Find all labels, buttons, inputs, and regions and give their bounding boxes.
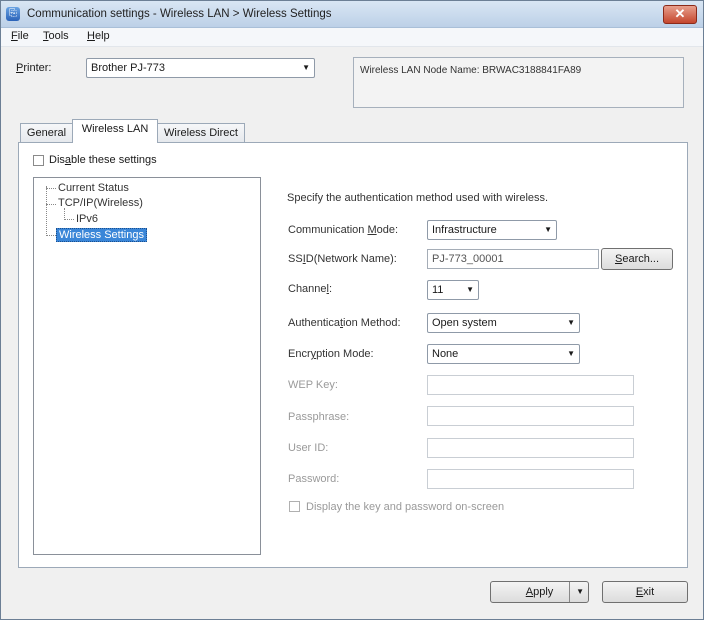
chevron-down-icon: ▼ <box>567 349 575 358</box>
disable-settings-label: Disable these settings <box>49 154 157 166</box>
exit-button[interactable]: Exit <box>602 581 688 603</box>
ssid-input[interactable]: PJ-773_00001 <box>427 249 599 269</box>
tree-connector <box>64 219 74 220</box>
tree-item-tcpip-wireless[interactable]: TCP/IP(Wireless) <box>58 197 143 209</box>
user-id-label: User ID: <box>288 442 329 454</box>
apply-button[interactable]: Apply ▼ <box>490 581 589 603</box>
tree-item-ipv6[interactable]: IPv6 <box>76 213 98 225</box>
wep-key-input[interactable] <box>427 375 634 395</box>
chevron-down-icon: ▼ <box>302 63 310 72</box>
menu-tools[interactable]: Tools <box>43 30 69 42</box>
search-button[interactable]: Search... <box>601 248 673 270</box>
app-icon: ⎘ <box>6 7 20 21</box>
passphrase-input[interactable] <box>427 406 634 426</box>
channel-value: 11 <box>432 284 444 296</box>
auth-method-value: Open system <box>432 317 497 329</box>
encryption-mode-value: None <box>432 348 459 360</box>
printer-label: Printer: <box>16 62 52 74</box>
auth-method-dropdown[interactable]: Open system ▼ <box>427 313 580 333</box>
display-key-label: Display the key and password on-screen <box>306 501 505 513</box>
communication-mode-dropdown[interactable]: Infrastructure ▼ <box>427 220 557 240</box>
node-name-text: Wireless LAN Node Name: BRWAC3188841FA89 <box>360 65 582 76</box>
menu-help[interactable]: Help <box>87 30 110 42</box>
tab-general[interactable]: General <box>20 123 73 143</box>
disable-settings-checkbox[interactable] <box>33 155 44 166</box>
chevron-down-icon[interactable]: ▼ <box>576 582 584 602</box>
password-label: Password: <box>288 473 340 485</box>
tree-connector <box>46 204 56 205</box>
wireless-lan-panel: Disable these settings Current Status TC… <box>18 142 688 568</box>
close-button[interactable]: ✕ <box>663 5 697 24</box>
wep-key-label: WEP Key: <box>288 379 338 391</box>
chevron-down-icon: ▼ <box>466 285 474 294</box>
encryption-mode-dropdown[interactable]: None ▼ <box>427 344 580 364</box>
communication-mode-label: Communication Mode: <box>288 224 399 236</box>
printer-value: Brother PJ-773 <box>91 62 165 74</box>
settings-tree: Current Status TCP/IP(Wireless) IPv6 Wir… <box>33 177 261 555</box>
node-name-box: Wireless LAN Node Name: BRWAC3188841FA89 <box>353 57 684 108</box>
chevron-down-icon: ▼ <box>544 225 552 234</box>
display-key-checkbox[interactable] <box>289 501 300 512</box>
menu-file[interactable]: File <box>11 30 29 42</box>
window-title: Communication settings - Wireless LAN > … <box>27 8 332 20</box>
form-hint: Specify the authentication method used w… <box>287 192 549 204</box>
passphrase-label: Passphrase: <box>288 411 350 423</box>
tab-wireless-lan[interactable]: Wireless LAN <box>72 119 158 143</box>
tree-item-wireless-settings[interactable]: Wireless Settings <box>56 228 147 242</box>
title-bar[interactable]: ⎘ Communication settings - Wireless LAN … <box>1 1 703 28</box>
printer-dropdown[interactable]: Brother PJ-773 ▼ <box>86 58 315 78</box>
tree-connector <box>46 188 56 189</box>
menu-bar: File Tools Help <box>1 28 703 47</box>
split-divider <box>569 582 570 602</box>
communication-settings-window: ⎘ Communication settings - Wireless LAN … <box>0 0 704 620</box>
ssid-label: SSID(Network Name): <box>288 253 397 265</box>
password-input[interactable] <box>427 469 634 489</box>
tree-item-current-status[interactable]: Current Status <box>58 182 129 194</box>
chevron-down-icon: ▼ <box>567 318 575 327</box>
tab-wireless-direct[interactable]: Wireless Direct <box>157 123 245 143</box>
tree-connector <box>46 235 56 236</box>
communication-mode-value: Infrastructure <box>432 224 497 236</box>
user-id-input[interactable] <box>427 438 634 458</box>
auth-method-label: Authentication Method: <box>288 317 401 329</box>
channel-label: Channel: <box>288 283 333 295</box>
encryption-mode-label: Encryption Mode: <box>288 348 374 360</box>
channel-dropdown[interactable]: 11 ▼ <box>427 280 479 300</box>
tree-connector <box>46 186 47 236</box>
